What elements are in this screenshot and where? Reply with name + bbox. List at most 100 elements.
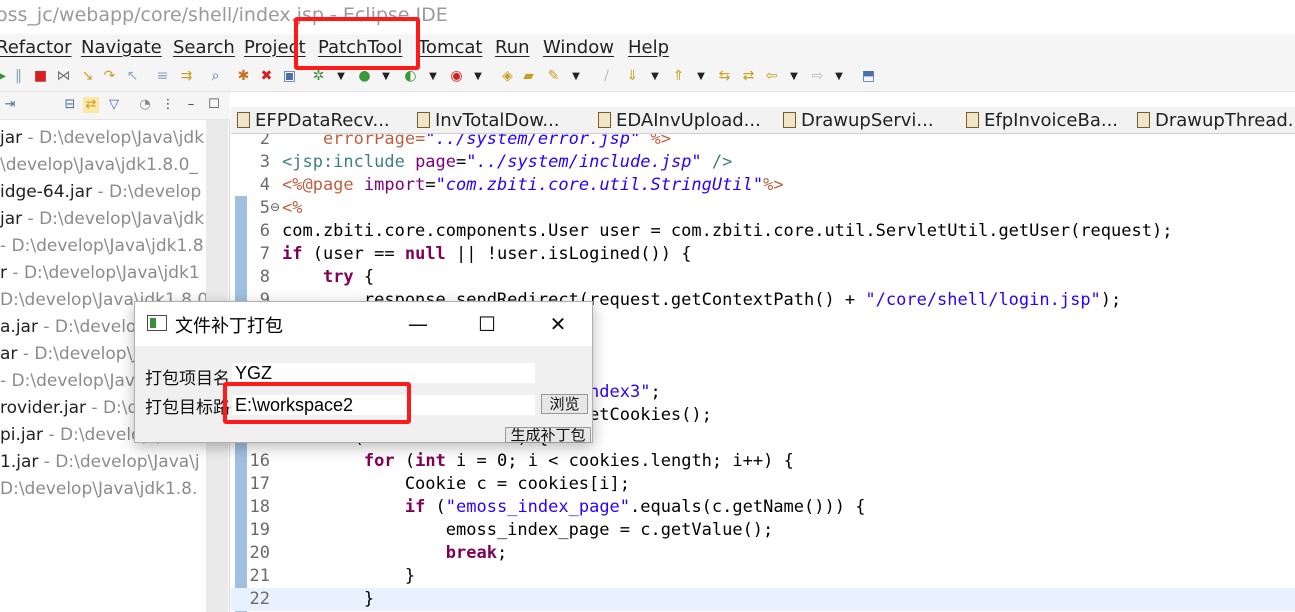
fold-toggle-icon[interactable]: ⊖ — [270, 197, 280, 217]
suspend-icon[interactable]: ‖ — [10, 68, 27, 85]
editor-tab[interactable]: InvTotalDow... — [417, 110, 560, 132]
target-path-label: 打包目标路径 — [145, 398, 231, 418]
step-into-icon[interactable]: ↘ — [79, 68, 96, 85]
external-tool-icon[interactable]: ◉ — [448, 68, 465, 85]
use-step-filters-icon[interactable]: ⇉ — [178, 68, 195, 85]
tree-item[interactable]: D:\develop\Java\jdk1.8. — [0, 476, 210, 502]
forward-icon[interactable]: ⇨ — [809, 68, 826, 85]
code-line[interactable]: 2 errorPage="../system/error.jsp" %> — [231, 134, 1295, 151]
code-text: <% — [282, 197, 302, 220]
disconnect-icon[interactable]: ⋈ — [55, 68, 72, 85]
tree-item[interactable]: jar - D:\develop\Java\jdk — [0, 125, 210, 151]
menu-run[interactable]: Run — [495, 37, 530, 58]
code-token: break — [445, 543, 497, 563]
filter-icon[interactable]: ▽ — [106, 97, 122, 113]
code-line[interactable]: 17 Cookie c = cookies[i]; — [231, 473, 1295, 496]
open-folder-icon[interactable]: ▰ — [520, 68, 537, 85]
tree-item-name: ar — [0, 344, 18, 364]
tree-item[interactable]: idge-64.jar - D:\develop — [0, 179, 210, 205]
browse-button[interactable]: 浏览 — [541, 394, 588, 414]
chevron-down-icon[interactable]: ▼ — [571, 68, 581, 85]
editor-tab[interactable]: EDAInvUpload... — [598, 110, 761, 132]
line-number: 3 — [259, 152, 270, 172]
maximize-view-icon[interactable]: ☐ — [206, 97, 222, 113]
previous-annotation-icon[interactable]: ⇑ — [670, 68, 687, 85]
link-with-editor-icon[interactable]: ⇄ — [83, 97, 99, 113]
project-name-input[interactable] — [232, 363, 535, 383]
code-line[interactable]: 18 if ("emoss_index_page".equals(c.getNa… — [231, 496, 1295, 519]
code-line[interactable]: 3 <jsp:include page="../system/include.js… — [231, 151, 1295, 174]
code-line[interactable]: 19 emoss_index_page = c.getValue(); — [231, 519, 1295, 542]
code-line[interactable]: 5 ⊖ <% — [231, 197, 1295, 220]
step-return-icon[interactable]: ↖ — [124, 68, 141, 85]
terminate-icon[interactable]: ■ — [32, 68, 49, 85]
tree-item[interactable]: - D:\develop\Java\jdk1.8 — [0, 233, 210, 259]
code-line[interactable]: 4 <%@page import="com.zbiti.core.util.Str… — [231, 174, 1295, 197]
menu-help[interactable]: Help — [628, 37, 669, 58]
collapse-all-icon[interactable]: ⊟ — [62, 97, 78, 113]
menu-window[interactable]: Window — [543, 37, 614, 58]
code-token: %> — [763, 175, 784, 195]
next-edit-icon[interactable]: ⇄ — [740, 68, 757, 85]
menu-navigate[interactable]: Navigate — [81, 37, 162, 58]
java-file-icon — [598, 112, 611, 128]
debug-icon[interactable]: ▣ — [281, 68, 298, 85]
code-token: "../system/error.jsp" — [425, 134, 641, 149]
next-annotation-icon[interactable]: ⇓ — [624, 68, 641, 85]
editor-tab[interactable]: DrawupThread... — [1137, 110, 1295, 132]
code-line[interactable]: 20 break; — [231, 542, 1295, 565]
code-token: "com.zbiti.core.util.StringUtil" — [435, 175, 764, 195]
code-line[interactable]: 6 com.zbiti.core.components.User user = c… — [231, 220, 1295, 243]
code-line[interactable]: 22 } — [231, 588, 1295, 611]
line-number: 6 — [259, 221, 270, 241]
run-icon[interactable]: ● — [356, 68, 373, 85]
code-line[interactable]: 16 for (int i = 0; i < cookies.length; i… — [231, 450, 1295, 473]
minimize-button[interactable]: — — [398, 310, 438, 338]
last-edit-icon[interactable]: ⇆ — [716, 68, 733, 85]
annotation-icon[interactable]: ∕ — [598, 68, 615, 85]
menu-search[interactable]: Search — [173, 37, 235, 58]
menu-refactor[interactable]: Refactor — [0, 37, 72, 58]
editor-tab[interactable]: EfpInvoiceBa... — [966, 110, 1118, 132]
chevron-down-icon[interactable]: ▼ — [696, 68, 706, 85]
code-line[interactable]: 21 } — [231, 565, 1295, 588]
line-number: 18 — [249, 497, 270, 517]
chevron-down-icon[interactable]: ▼ — [473, 68, 483, 85]
step-over-icon[interactable]: ↷ — [101, 68, 118, 85]
menu-tomcat[interactable]: Tomcat — [418, 37, 482, 58]
editor-tab[interactable]: DrawupServi... — [783, 110, 934, 132]
tree-item[interactable]: r - D:\develop\Java\jdk1 — [0, 260, 210, 286]
chevron-down-icon[interactable]: ▼ — [381, 68, 391, 85]
debug-launch-icon[interactable]: ✲ — [310, 68, 327, 85]
chevron-down-icon[interactable]: ▼ — [336, 68, 346, 85]
generate-patch-button[interactable]: 生成补丁包 — [505, 427, 591, 443]
pin-editor-icon[interactable]: ⬒ — [860, 68, 877, 85]
code-line[interactable]: 8 try { — [231, 266, 1295, 289]
view-menu-icon[interactable]: ⇥ — [2, 97, 18, 113]
maximize-button[interactable]: ☐ — [467, 310, 507, 338]
code-line[interactable]: 7 if (user == null || !user.isLogined()) … — [231, 243, 1295, 266]
bug-icon[interactable]: ✱ — [235, 68, 252, 85]
view-menu-dots-icon[interactable]: ⋮ — [160, 97, 176, 113]
new-java-project-icon[interactable]: ◈ — [499, 68, 516, 85]
coverage-icon[interactable]: ◐ — [402, 68, 419, 85]
tree-item[interactable]: jar - D:\develop\Java\jdk — [0, 206, 210, 232]
chevron-down-icon[interactable]: ▼ — [428, 68, 438, 85]
close-button[interactable]: ✕ — [538, 310, 578, 338]
external-tools-icon[interactable]: ⌕ — [207, 68, 224, 85]
back-icon[interactable]: ⇦ — [763, 68, 780, 85]
open-type-icon[interactable]: ✎ — [545, 68, 562, 85]
new-server-icon[interactable]: ✖ — [258, 68, 275, 85]
tree-item[interactable]: 1.jar - D:\develop\Java\j — [0, 449, 210, 475]
tree-item-name: r — [0, 263, 7, 283]
drop-to-frame-icon[interactable]: ≡ — [154, 68, 171, 85]
chevron-down-icon[interactable]: ▼ — [789, 68, 799, 85]
chevron-down-icon[interactable]: ▼ — [834, 68, 844, 85]
focus-icon[interactable]: ◔ — [137, 97, 153, 113]
line-number: 20 — [249, 543, 270, 563]
tree-item-path: - D:\develop\Java\jdk — [22, 128, 205, 148]
chevron-down-icon[interactable]: ▼ — [650, 68, 660, 85]
tree-item[interactable]: \develop\Java\jdk1.8.0_ — [0, 152, 210, 178]
editor-tab[interactable]: EFPDataRecv... — [237, 110, 390, 132]
minimize-view-icon[interactable]: – — [183, 97, 199, 113]
